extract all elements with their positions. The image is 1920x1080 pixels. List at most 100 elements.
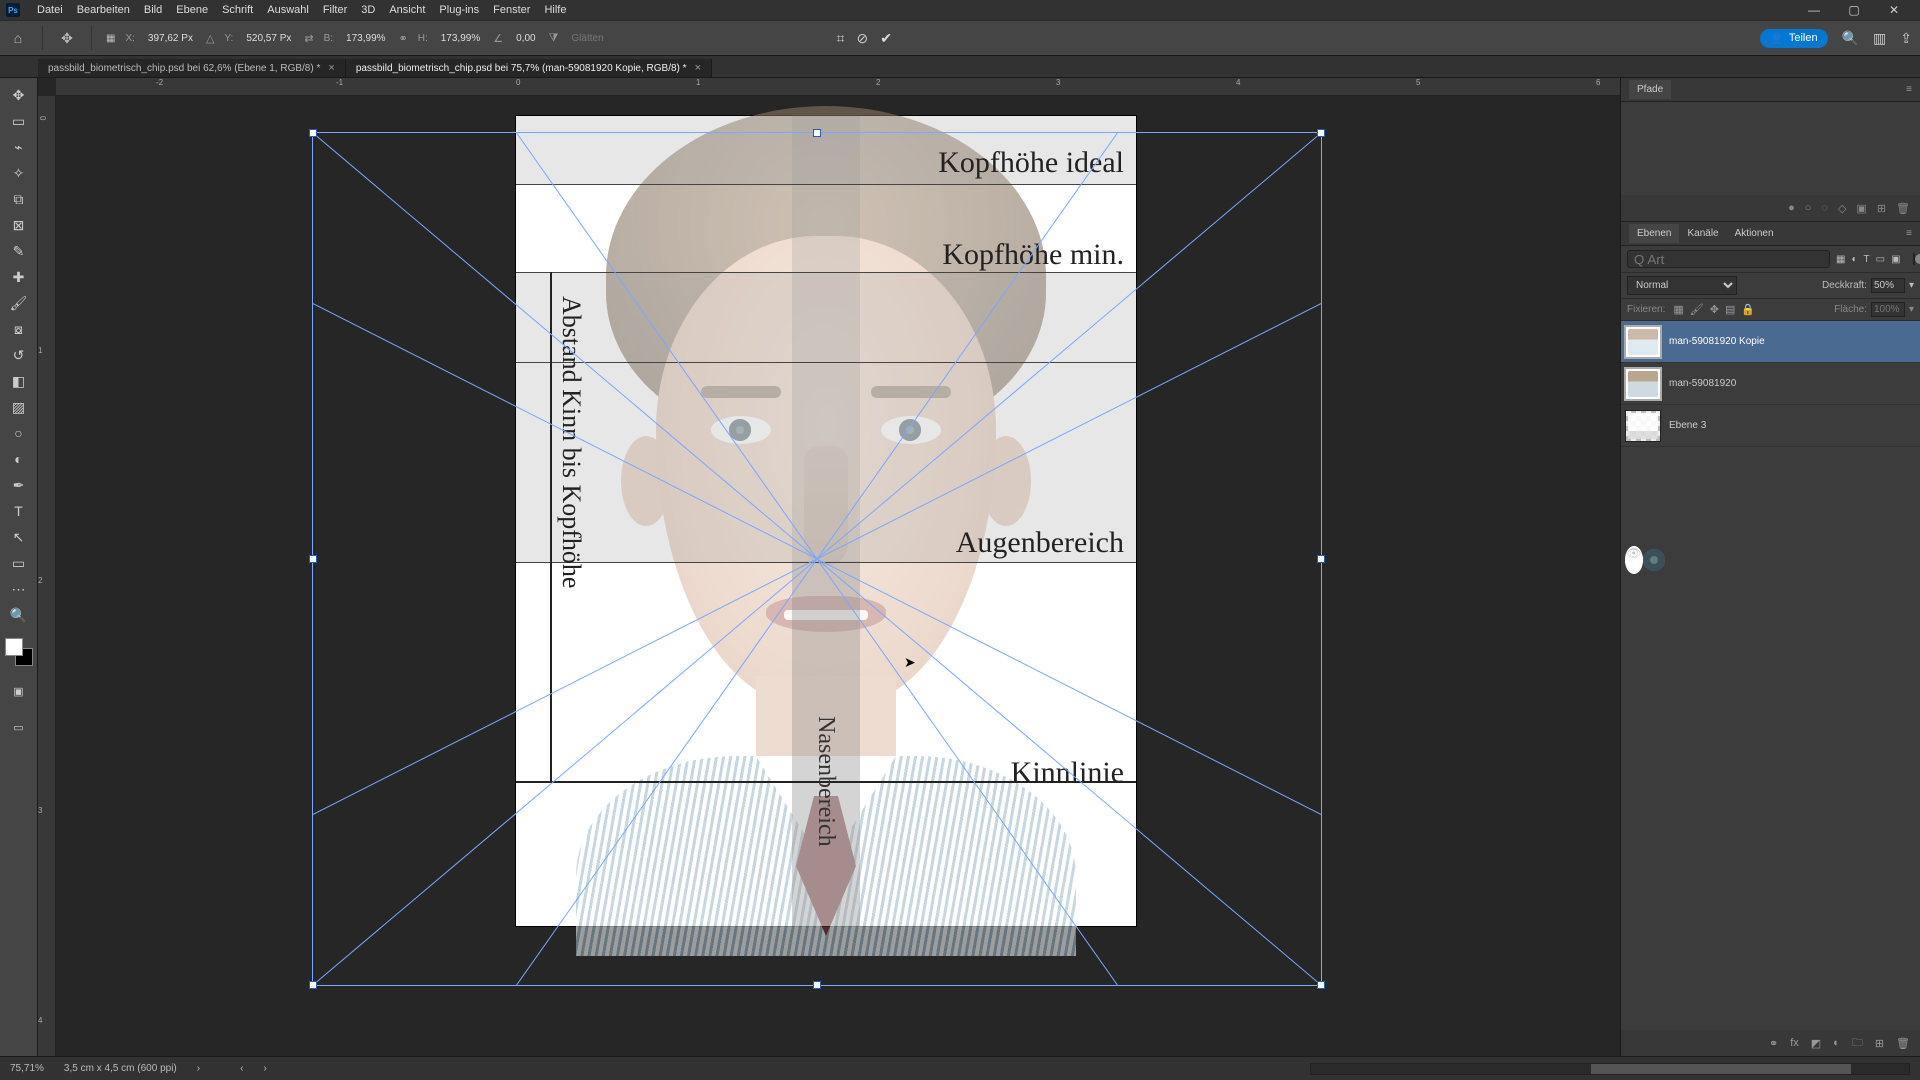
pen-tool[interactable]: ✒ bbox=[4, 473, 34, 497]
tab-kanale[interactable]: Kanäle bbox=[1679, 224, 1726, 243]
screen-mode-icon[interactable]: ▭ bbox=[4, 716, 34, 738]
layer-thumbnail[interactable] bbox=[1625, 368, 1661, 400]
delete-path-icon[interactable]: 🗑 bbox=[1896, 202, 1910, 215]
healing-brush-tool[interactable]: ✚ bbox=[4, 265, 34, 289]
menu-schrift[interactable]: Schrift bbox=[215, 2, 260, 18]
link-xy-icon[interactable]: ⇄ bbox=[304, 32, 313, 45]
lock-artboard-icon[interactable]: ▤ bbox=[1725, 303, 1735, 316]
menu-auswahl[interactable]: Auswahl bbox=[260, 2, 316, 18]
filter-adjust-icon[interactable]: ◐ bbox=[1851, 254, 1857, 265]
menu-bearbeiten[interactable]: Bearbeiten bbox=[70, 2, 137, 18]
transform-handle[interactable] bbox=[309, 555, 317, 563]
more-tools[interactable]: ⋯ bbox=[4, 577, 34, 601]
eraser-tool[interactable]: ◧ bbox=[4, 369, 34, 393]
lock-position-icon[interactable]: ✥ bbox=[1710, 303, 1719, 316]
glatten-label[interactable]: Glätten bbox=[568, 32, 606, 45]
marquee-tool[interactable]: ▭ bbox=[4, 109, 34, 133]
layer-filter-input[interactable] bbox=[1627, 250, 1830, 268]
lock-transparency-icon[interactable]: ▦ bbox=[1673, 303, 1683, 316]
new-layer-icon[interactable]: ⊞ bbox=[1875, 1037, 1884, 1050]
filter-smart-icon[interactable]: ▣ bbox=[1891, 254, 1900, 265]
fill-path-icon[interactable]: ● bbox=[1788, 202, 1795, 214]
path-from-selection-icon[interactable]: ◇ bbox=[1838, 202, 1846, 215]
ruler-horizontal[interactable]: -2 -1 0 1 2 3 4 5 6 bbox=[56, 78, 1620, 96]
type-tool[interactable]: T bbox=[4, 499, 34, 523]
home-icon[interactable]: ⌂ bbox=[8, 28, 28, 48]
layer-row[interactable]: 👁 Ebene 3 bbox=[1621, 405, 1920, 447]
delete-layer-icon[interactable]: 🗑 bbox=[1896, 1037, 1910, 1050]
menu-plugins[interactable]: Plug-ins bbox=[432, 2, 486, 18]
eyedropper-tool[interactable]: ✎ bbox=[4, 239, 34, 263]
canvas-viewport[interactable]: Kopfhöhe ideal Kopfhöhe min. Augenbereic… bbox=[56, 96, 1620, 1056]
crop-tool[interactable]: ⧉ bbox=[4, 187, 34, 211]
layer-style-icon[interactable]: fx bbox=[1790, 1037, 1799, 1049]
panel-menu-icon[interactable]: ≡ bbox=[1898, 84, 1920, 95]
filter-shape-icon[interactable]: ▭ bbox=[1876, 254, 1885, 265]
tab-ebenen[interactable]: Ebenen bbox=[1629, 224, 1679, 243]
warp-icon[interactable]: ⌗ bbox=[837, 30, 845, 47]
w-value[interactable]: 173,99% bbox=[343, 32, 388, 45]
stroke-path-icon[interactable]: ○ bbox=[1805, 202, 1812, 214]
document-dimensions[interactable]: 3,5 cm x 4,5 cm (600 ppi) bbox=[64, 1063, 177, 1074]
clone-stamp-tool[interactable]: ⧇ bbox=[4, 317, 34, 341]
layer-name[interactable]: Ebene 3 bbox=[1669, 420, 1706, 431]
transform-handle[interactable] bbox=[1317, 555, 1325, 563]
lock-pixels-icon[interactable]: 🖌 bbox=[1690, 303, 1704, 316]
layer-mask-icon[interactable]: ◩ bbox=[1811, 1037, 1821, 1050]
fill-input[interactable] bbox=[1871, 302, 1905, 317]
adjustment-layer-icon[interactable]: ◐ bbox=[1833, 1037, 1840, 1049]
quick-mask-icon[interactable]: ▣ bbox=[4, 680, 34, 702]
dodge-tool[interactable]: ◐ bbox=[4, 447, 34, 471]
path-select-tool[interactable]: ↖ bbox=[4, 525, 34, 549]
menu-filter[interactable]: Filter bbox=[316, 2, 354, 18]
magic-wand-tool[interactable]: ✧ bbox=[4, 161, 34, 185]
nav-next-icon[interactable]: › bbox=[263, 1063, 266, 1074]
ruler-vertical[interactable]: 0 1 2 3 4 bbox=[38, 96, 56, 1056]
shape-tool[interactable]: ▭ bbox=[4, 551, 34, 575]
menu-fenster[interactable]: Fenster bbox=[486, 2, 537, 18]
menu-bild[interactable]: Bild bbox=[137, 2, 169, 18]
menu-datei[interactable]: Datei bbox=[30, 2, 70, 18]
nav-prev-icon[interactable]: ‹ bbox=[240, 1063, 243, 1074]
brush-tool[interactable]: 🖌 bbox=[4, 291, 34, 315]
link-layers-icon[interactable]: ⚭ bbox=[1769, 1037, 1778, 1050]
selection-from-path-icon[interactable]: ◌ bbox=[1821, 202, 1828, 214]
x-value[interactable]: 397,62 Px bbox=[145, 32, 196, 45]
cancel-transform-icon[interactable]: ⊘ bbox=[857, 30, 869, 47]
angle-value[interactable]: 0,00 bbox=[513, 32, 538, 45]
hand-zoom-tool[interactable]: 🔍 bbox=[4, 603, 34, 627]
transform-tool-icon[interactable]: ✥ bbox=[57, 28, 77, 48]
commit-transform-icon[interactable]: ✔ bbox=[880, 30, 892, 47]
window-close-button[interactable]: ✕ bbox=[1874, 0, 1914, 20]
close-icon[interactable]: × bbox=[695, 62, 701, 74]
new-path-icon[interactable]: ⊞ bbox=[1877, 202, 1886, 215]
color-swatches[interactable] bbox=[5, 638, 33, 666]
group-icon[interactable]: 🗀 bbox=[1852, 1034, 1863, 1053]
transform-handle[interactable] bbox=[1317, 981, 1325, 989]
blur-tool[interactable]: ○ bbox=[4, 421, 34, 445]
window-minimize-button[interactable]: — bbox=[1794, 0, 1834, 20]
menu-hilfe[interactable]: Hilfe bbox=[537, 2, 573, 18]
lock-all-icon[interactable]: 🔒 bbox=[1741, 303, 1755, 316]
search-icon[interactable]: 🔍 bbox=[1842, 30, 1859, 47]
tab-pfade[interactable]: Pfade bbox=[1629, 80, 1671, 99]
transform-handle[interactable] bbox=[309, 129, 317, 137]
menu-ansicht[interactable]: Ansicht bbox=[382, 2, 432, 18]
share-button[interactable]: 👤 Teilen bbox=[1760, 29, 1827, 48]
layer-name[interactable]: man-59081920 Kopie bbox=[1669, 336, 1765, 347]
transform-handle[interactable] bbox=[813, 981, 821, 989]
reference-point-icon[interactable]: ▦ bbox=[106, 33, 115, 44]
filter-toggle[interactable] bbox=[1913, 253, 1915, 265]
h-value[interactable]: 173,99% bbox=[438, 32, 483, 45]
mask-icon[interactable]: ▣ bbox=[1856, 202, 1866, 215]
foreground-color-swatch[interactable] bbox=[5, 638, 23, 656]
transform-handle[interactable] bbox=[1317, 129, 1325, 137]
window-maximize-button[interactable]: ▢ bbox=[1834, 0, 1874, 20]
menu-ebene[interactable]: Ebene bbox=[169, 2, 215, 18]
gradient-tool[interactable]: ▨ bbox=[4, 395, 34, 419]
document-tab[interactable]: passbild_biometrisch_chip.psd bei 62,6% … bbox=[38, 59, 346, 77]
transform-handle[interactable] bbox=[309, 981, 317, 989]
dropdown-icon[interactable]: ▾ bbox=[1909, 304, 1914, 315]
triangle-icon[interactable]: △ bbox=[206, 32, 214, 45]
zoom-level[interactable]: 75,71% bbox=[10, 1063, 44, 1074]
